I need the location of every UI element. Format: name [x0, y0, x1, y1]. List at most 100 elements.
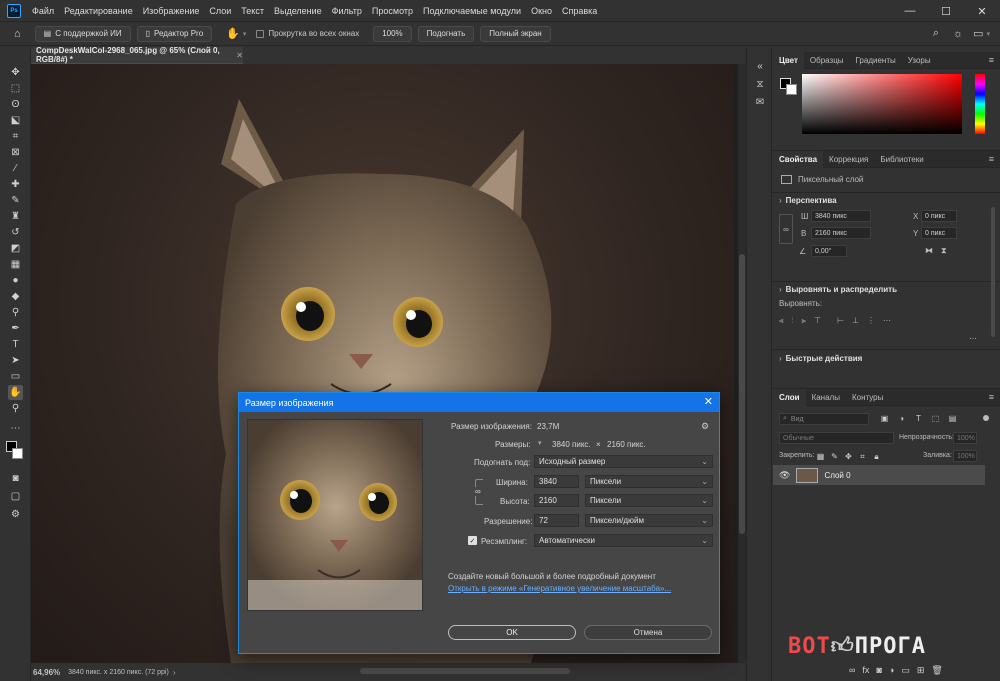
flip-vertical-icon[interactable]: ⧗: [941, 246, 947, 256]
eraser-tool-icon[interactable]: ◩: [8, 241, 23, 256]
opacity-field[interactable]: 100%: [953, 432, 977, 444]
edit-toolbar-icon[interactable]: ⚙: [8, 507, 23, 522]
tab-paths[interactable]: Контуры: [846, 389, 889, 406]
eyedropper-tool-icon[interactable]: ⁄: [8, 161, 23, 176]
image-filter-icon[interactable]: ▣: [879, 413, 890, 424]
resample-checkbox[interactable]: ✓: [468, 536, 477, 545]
zoom-level[interactable]: 64,96%: [33, 668, 60, 677]
lock-all-icon[interactable]: 🔒︎: [871, 451, 882, 462]
zoom-tool-icon[interactable]: ⚲: [8, 401, 23, 416]
expand-panels-icon[interactable]: «: [753, 59, 767, 73]
align-middle-icon[interactable]: ⊢: [837, 316, 844, 326]
chevron-down-icon[interactable]: ▾: [243, 30, 247, 38]
fx-icon[interactable]: fx: [862, 665, 869, 676]
sharpen-tool-icon[interactable]: ◆: [8, 289, 23, 304]
pen-tool-icon[interactable]: ✒: [8, 321, 23, 336]
align-center-h-icon[interactable]: ⫶: [792, 316, 794, 326]
link-layers-icon[interactable]: ∞: [849, 665, 855, 676]
link-dimensions-icon[interactable]: ∞: [779, 214, 793, 244]
menu-select[interactable]: Выделение: [269, 6, 327, 16]
shape-filter-icon[interactable]: ⬚: [930, 413, 941, 424]
clone-stamp-tool-icon[interactable]: ♜: [8, 209, 23, 224]
more-tools-icon[interactable]: ⋯: [8, 421, 23, 436]
angle-field[interactable]: 0,00°: [811, 245, 847, 257]
new-layer-icon[interactable]: ⊞: [917, 665, 925, 676]
link-icon[interactable]: ∞: [475, 487, 481, 496]
resample-select[interactable]: Автоматически ⌄: [534, 534, 713, 547]
add-mask-icon[interactable]: ◙: [876, 665, 881, 676]
panel-menu-icon[interactable]: ≡: [989, 154, 994, 164]
blur-tool-icon[interactable]: ●: [8, 273, 23, 288]
home-icon[interactable]: ⌂: [14, 28, 21, 40]
properties-scrollbar[interactable]: [991, 207, 995, 337]
align-left-icon[interactable]: ⫷: [779, 316, 784, 326]
visibility-eye-icon[interactable]: 👁︎: [779, 470, 790, 481]
menu-filter[interactable]: Фильтр: [327, 6, 367, 16]
lock-artboard-icon[interactable]: ⌗: [857, 451, 868, 462]
crop-tool-icon[interactable]: ⌗: [8, 129, 23, 144]
type-tool-icon[interactable]: T: [8, 337, 23, 352]
y-field[interactable]: 0 пикс: [921, 227, 957, 239]
color-picker-field[interactable]: [802, 74, 962, 134]
group-icon[interactable]: ▭: [901, 665, 910, 676]
minimize-icon[interactable]: —: [892, 0, 928, 22]
scroll-all-checkbox[interactable]: Прокрутка во всех окнах: [256, 29, 359, 38]
chevron-down-icon[interactable]: ▾: [986, 30, 990, 38]
quick-actions-section[interactable]: › Быстрые действия: [779, 354, 862, 363]
vertical-scrollbar[interactable]: [738, 64, 746, 663]
ok-button[interactable]: OK: [448, 625, 576, 640]
object-select-tool-icon[interactable]: ⬕: [8, 113, 23, 128]
vertical-scroll-thumb[interactable]: [739, 254, 745, 534]
document-tab[interactable]: CompDeskWalCol-2968_065.jpg @ 65% (Слой …: [31, 46, 243, 64]
dialog-title-bar[interactable]: Размер изображения: [239, 393, 719, 412]
color-swatches[interactable]: [6, 441, 26, 463]
flip-horizontal-icon[interactable]: ⧓: [925, 246, 933, 255]
zoom-100-button[interactable]: 100%: [373, 25, 412, 42]
healing-brush-tool-icon[interactable]: ✚: [8, 177, 23, 192]
tab-properties[interactable]: Свойства: [773, 150, 824, 168]
background-color-swatch[interactable]: [12, 448, 23, 459]
lock-transparency-icon[interactable]: ▦: [815, 451, 826, 462]
panel-menu-icon[interactable]: ≡: [989, 392, 994, 402]
menu-file[interactable]: Файл: [27, 6, 59, 16]
menu-image[interactable]: Изображение: [138, 6, 205, 16]
tab-libraries[interactable]: Библиотеки: [874, 151, 929, 168]
fullscreen-button[interactable]: Полный экран: [480, 25, 551, 42]
filter-toggle-icon[interactable]: [983, 415, 989, 421]
x-field[interactable]: 0 пикс: [921, 210, 957, 222]
distribute-v-icon[interactable]: ⋯: [883, 316, 891, 326]
menu-view[interactable]: Просмотр: [367, 6, 418, 16]
comment-icon[interactable]: ✉: [753, 95, 767, 109]
marquee-tool-icon[interactable]: ⬚: [8, 81, 23, 96]
menu-window[interactable]: Окно: [526, 6, 557, 16]
quick-mask-icon[interactable]: ◙: [8, 471, 23, 486]
frame-tool-icon[interactable]: ⊠: [8, 145, 23, 160]
dodge-tool-icon[interactable]: ⚲: [8, 305, 23, 320]
align-section[interactable]: › Выровнять и распределить: [779, 285, 897, 294]
menu-help[interactable]: Справка: [557, 6, 602, 16]
tab-layers[interactable]: Слои: [773, 388, 806, 406]
checkbox-icon[interactable]: [256, 29, 265, 38]
fill-field[interactable]: 100%: [953, 450, 977, 462]
search-icon[interactable]: ⌕: [933, 27, 939, 40]
width-unit-select[interactable]: Пиксели ⌄: [585, 475, 713, 488]
layer-row[interactable]: 👁︎ Слой 0: [773, 465, 985, 485]
chevron-down-icon[interactable]: ▾: [538, 439, 542, 447]
hue-slider[interactable]: [975, 74, 985, 134]
horizontal-scroll-thumb[interactable]: [360, 668, 570, 674]
hand-tool-icon[interactable]: ✋: [8, 385, 23, 400]
editor-pro-button[interactable]: ▯ Редактор Pro: [136, 25, 213, 42]
gear-icon[interactable]: ⚙: [701, 421, 709, 432]
close-icon[interactable]: ✕: [704, 395, 713, 408]
history-icon[interactable]: ⧖: [753, 77, 767, 91]
workspace-icon[interactable]: ▭: [973, 27, 983, 40]
lock-position-icon[interactable]: ✥: [843, 451, 854, 462]
fit-to-select[interactable]: Исходный размер ⌄: [534, 455, 713, 468]
background-color-swatch[interactable]: [786, 84, 797, 95]
menu-plugins[interactable]: Подключаемые модули: [418, 6, 526, 16]
move-tool-icon[interactable]: ✥: [8, 65, 23, 80]
height-field[interactable]: 2160 пикс: [811, 227, 871, 239]
menu-edit[interactable]: Редактирование: [59, 6, 138, 16]
align-top-icon[interactable]: ⊤: [814, 316, 821, 326]
path-selection-tool-icon[interactable]: ➤: [8, 353, 23, 368]
